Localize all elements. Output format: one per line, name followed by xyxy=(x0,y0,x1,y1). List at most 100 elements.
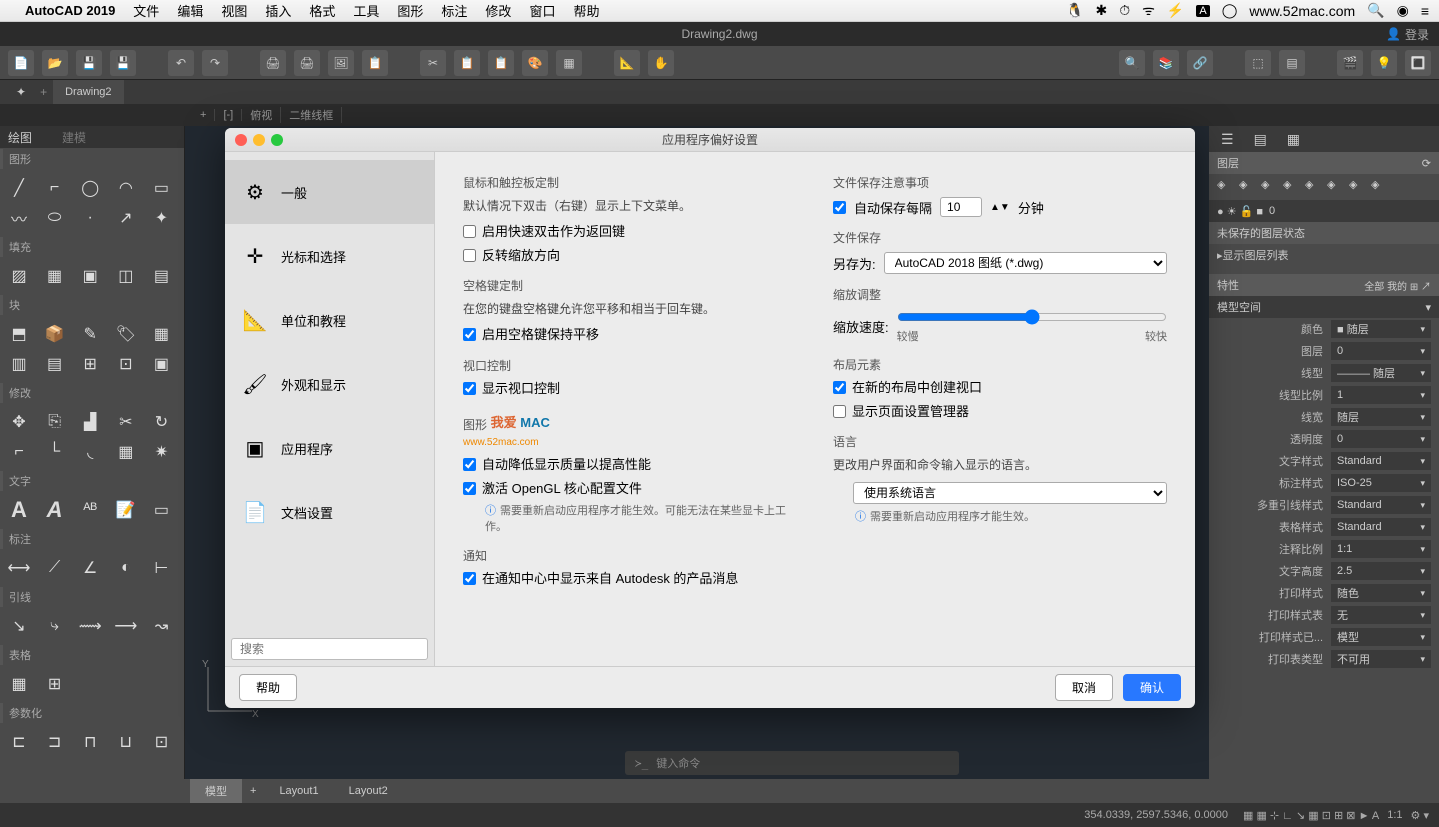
sidebar-item-外观和显示[interactable]: 🖌外观和显示 xyxy=(225,352,434,416)
add-tab[interactable]: + xyxy=(34,85,53,99)
mtext-tool[interactable]: A xyxy=(4,496,34,524)
menu-file[interactable]: 文件 xyxy=(133,1,159,20)
app-name[interactable]: AutoCAD 2019 xyxy=(25,3,115,18)
radius-dim[interactable]: ◐ xyxy=(111,554,141,582)
layer-icon[interactable]: ◈ xyxy=(1261,178,1279,196)
ray-tool[interactable]: ↗ xyxy=(111,204,141,232)
command-line[interactable]: ≻_ 键入命令 xyxy=(625,751,959,775)
siri-icon[interactable]: ◉ xyxy=(1397,2,1409,19)
vp-bracket[interactable]: [-] xyxy=(215,109,242,121)
layer-icon[interactable]: ◈ xyxy=(1349,178,1367,196)
menu-format[interactable]: 格式 xyxy=(309,1,335,20)
prop-row[interactable]: 颜色■ 随层 xyxy=(1209,318,1439,340)
cb-notifications[interactable]: 在通知中心中显示来自 Autodesk 的产品消息 xyxy=(463,570,797,588)
edit-tool[interactable]: ✎ xyxy=(75,320,105,348)
circle-tool[interactable]: ◯ xyxy=(75,174,105,202)
view-button[interactable]: 🔍 xyxy=(1119,50,1145,76)
status-icon[interactable]: ✱ xyxy=(1095,2,1107,19)
cb-viewport-control[interactable]: 显示视口控制 xyxy=(463,380,797,398)
copy-button[interactable]: 📋 xyxy=(454,50,480,76)
p3[interactable]: ⊓ xyxy=(75,728,105,756)
arc-tool[interactable]: ◠ xyxy=(111,174,141,202)
point-tool[interactable]: · xyxy=(75,204,105,232)
cancel-button[interactable]: 取消 xyxy=(1055,674,1113,701)
light-button[interactable]: 💡 xyxy=(1371,50,1397,76)
prop-row[interactable]: 文字高度2.5 xyxy=(1209,560,1439,582)
layer-icon[interactable]: ◈ xyxy=(1327,178,1345,196)
layers-tab-icon[interactable]: ☰ xyxy=(1221,131,1234,148)
print-button[interactable]: 🖨 xyxy=(260,50,286,76)
prop-row[interactable]: 打印样式随色 xyxy=(1209,582,1439,604)
login-button[interactable]: 👤 登录 xyxy=(1386,26,1429,43)
polyline-tool[interactable]: ⌐ xyxy=(40,174,70,202)
cb-opengl[interactable]: 激活 OpenGL 核心配置文件 xyxy=(463,480,797,498)
leader-tool[interactable]: ↘ xyxy=(4,612,34,640)
array-tool[interactable]: ▦ xyxy=(111,438,141,466)
xref-button[interactable]: 🔗 xyxy=(1187,50,1213,76)
vp-view[interactable]: 俯视 xyxy=(242,107,281,123)
menu-window[interactable]: 窗口 xyxy=(529,1,555,20)
menu-insert[interactable]: 插入 xyxy=(265,1,291,20)
create-tool[interactable]: 📦 xyxy=(40,320,70,348)
add-layout[interactable]: + xyxy=(242,785,264,797)
prop-row[interactable]: 打印样式表无 xyxy=(1209,604,1439,626)
section-param[interactable]: 参数化 xyxy=(0,703,184,723)
rotate-tool[interactable]: ↻ xyxy=(146,408,176,436)
menu-view[interactable]: 视图 xyxy=(221,1,247,20)
p4[interactable]: ⊔ xyxy=(111,728,141,756)
maximize-icon[interactable] xyxy=(271,134,283,146)
undo-button[interactable]: ↶ xyxy=(168,50,194,76)
style-tool[interactable]: 📝 xyxy=(111,496,141,524)
menu-modify[interactable]: 修改 xyxy=(485,1,511,20)
tool6[interactable]: ▥ xyxy=(4,350,34,378)
pan-button[interactable]: ✋ xyxy=(648,50,674,76)
language-select[interactable]: 使用系统语言 xyxy=(853,482,1167,504)
help-icon[interactable]: ◯ xyxy=(1222,2,1238,19)
start-tab[interactable]: ✦ xyxy=(8,85,34,99)
menu-tools[interactable]: 工具 xyxy=(353,1,379,20)
section-modify[interactable]: 修改 xyxy=(0,383,184,403)
section-leader[interactable]: 引线 xyxy=(0,587,184,607)
field-tool[interactable]: ▭ xyxy=(146,496,176,524)
close-icon[interactable] xyxy=(235,134,247,146)
angular-dim[interactable]: ∠ xyxy=(75,554,105,582)
sidebar-item-一般[interactable]: ⚙一般 xyxy=(225,160,434,224)
publish-button[interactable]: 📋 xyxy=(362,50,388,76)
table-tab-icon[interactable]: ▦ xyxy=(1287,131,1300,148)
boundary-tool[interactable]: ▣ xyxy=(75,262,105,290)
dialog-titlebar[interactable]: 应用程序偏好设置 xyxy=(225,128,1195,152)
scale-button[interactable]: 1:1 xyxy=(1387,809,1402,821)
saveas-format[interactable]: AutoCAD 2018 图纸 (*.dwg) xyxy=(884,252,1167,274)
layer-icon[interactable]: ◈ xyxy=(1283,178,1301,196)
line-tool[interactable]: ╱ xyxy=(4,174,34,202)
sidebar-item-应用程序[interactable]: ▣应用程序 xyxy=(225,416,434,480)
linear-dim[interactable]: ⟷ xyxy=(4,554,34,582)
wifi-icon[interactable]: ᯤ xyxy=(1142,1,1155,20)
search-input[interactable] xyxy=(231,638,428,660)
open-button[interactable]: 📂 xyxy=(42,50,68,76)
prop-row[interactable]: 线型比例1 xyxy=(1209,384,1439,406)
p2[interactable]: ⊐ xyxy=(40,728,70,756)
props-tab-icon[interactable]: ▤ xyxy=(1254,131,1267,148)
region-tool[interactable]: ◫ xyxy=(111,262,141,290)
tool7[interactable]: ▤ xyxy=(40,350,70,378)
paste-button[interactable]: 📋 xyxy=(488,50,514,76)
ellipse-tool[interactable]: ⬭ xyxy=(40,204,70,232)
add-view[interactable]: + xyxy=(200,109,215,121)
prop-row[interactable]: 透明度0 xyxy=(1209,428,1439,450)
prop-row[interactable]: 注释比例1:1 xyxy=(1209,538,1439,560)
prop-row[interactable]: 打印样式已...模型 xyxy=(1209,626,1439,648)
match-button[interactable]: 🎨 xyxy=(522,50,548,76)
layer-button[interactable]: 📚 xyxy=(1153,50,1179,76)
layer-icon[interactable]: ◈ xyxy=(1217,178,1235,196)
extend-tool[interactable]: └ xyxy=(40,438,70,466)
scissors-icon[interactable]: ✂ xyxy=(111,408,141,436)
cut-button[interactable]: ✂ xyxy=(420,50,446,76)
prop-row[interactable]: 线型——— 随层 xyxy=(1209,362,1439,384)
cb-page-setup[interactable]: 显示页面设置管理器 xyxy=(833,403,1167,421)
autosave-interval[interactable] xyxy=(940,197,982,217)
table-tool[interactable]: ▦ xyxy=(4,670,34,698)
attr-tool[interactable]: 🏷 xyxy=(111,320,141,348)
move-tool[interactable]: ✥ xyxy=(4,408,34,436)
section-block[interactable]: 块 xyxy=(0,295,184,315)
